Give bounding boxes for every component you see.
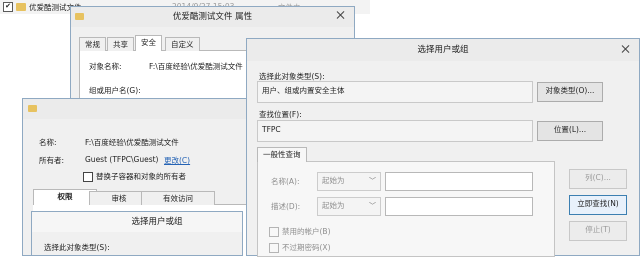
no-expire-password-checkbox[interactable]: 不过期密码(X) — [269, 242, 331, 253]
advanced-titlebar — [23, 99, 259, 119]
tab-effective-access[interactable]: 有效访问 — [141, 191, 215, 206]
description-combo[interactable]: 起始为 ﹀ — [317, 197, 381, 216]
name-combo-value: 起始为 — [322, 176, 345, 185]
checkbox-box[interactable] — [269, 227, 279, 237]
dialog-title: 选择用户或组 — [417, 45, 469, 55]
locations-button[interactable]: 位置(L)... — [537, 121, 603, 141]
tab-security[interactable]: 安全 — [135, 35, 162, 52]
tab-sharing[interactable]: 共享 — [107, 37, 134, 52]
checkbox-box[interactable] — [83, 172, 93, 182]
tab-general-query[interactable]: 一般性查询 — [257, 147, 307, 162]
description-input[interactable] — [385, 197, 533, 216]
tab-permissions[interactable]: 权限 — [33, 189, 97, 206]
columns-button[interactable]: 列(C)... — [569, 169, 627, 189]
find-now-button[interactable]: 立即查找(N) — [569, 195, 627, 215]
tab-auditing[interactable]: 审核 — [89, 191, 149, 206]
row-checkbox[interactable]: ✔ — [3, 2, 13, 12]
folder-icon — [28, 105, 37, 112]
stop-button[interactable]: 停止(T) — [569, 221, 627, 241]
object-type-field: 用户、组或内置安全主体 — [257, 81, 533, 103]
no-expire-password-label: 不过期密码(X) — [282, 243, 331, 252]
select-users-dialog: 选择用户或组 选择此对象类型(S): 用户、组或内置安全主体 对象类型(O)..… — [246, 38, 640, 257]
change-owner-link[interactable]: 更改(C) — [164, 155, 190, 166]
chevron-down-icon: ﹀ — [369, 177, 376, 185]
location-field: TFPC — [257, 120, 533, 142]
close-icon[interactable] — [336, 10, 346, 20]
mini-dialog-title: 选择用户或组 — [131, 217, 183, 227]
dialog-titlebar: 选择用户或组 — [247, 39, 639, 61]
permission-tab-strip: 权限 审核 有效访问 — [33, 189, 255, 206]
name-input[interactable] — [385, 172, 533, 191]
replace-owner-checkbox[interactable]: 替换子容器和对象的所有者 — [83, 171, 186, 182]
object-name-value: F:\百度经验\优爱酷测试文件 — [149, 62, 243, 71]
tab-general[interactable]: 常规 — [79, 37, 106, 52]
name-label: 名称: — [39, 138, 57, 147]
close-icon[interactable] — [621, 44, 631, 54]
disabled-accounts-label: 禁用的帐户(B) — [282, 227, 331, 236]
description-label: 描述(D): — [271, 202, 301, 211]
select-users-dialog-back: 选择用户或组 选择此对象类型(S): — [31, 211, 243, 256]
mini-titlebar: 选择用户或组 — [32, 212, 242, 232]
owner-value: Guest (TFPC\Guest) — [85, 155, 159, 164]
window-title: 优爱酷测试文件 属性 — [172, 12, 253, 22]
description-combo-value: 起始为 — [322, 201, 345, 210]
object-name-label: 对象名称: — [89, 62, 122, 71]
replace-owner-label: 替换子容器和对象的所有者 — [96, 172, 186, 181]
location-label: 查找位置(F): — [259, 110, 302, 119]
object-types-button[interactable]: 对象类型(O)... — [537, 82, 603, 102]
name-value: F:\百度经验\优爱酷测试文件 — [85, 138, 179, 147]
mini-object-type-label: 选择此对象类型(S): — [44, 243, 110, 252]
chevron-down-icon: ﹀ — [369, 202, 376, 210]
folder-icon — [16, 3, 26, 11]
properties-titlebar: 优爱酷测试文件 属性 — [71, 7, 354, 27]
checkbox-box[interactable] — [269, 243, 279, 253]
owner-label: 所有者: — [39, 156, 65, 165]
name-label: 名称(A): — [271, 177, 300, 186]
disabled-accounts-checkbox[interactable]: 禁用的帐户(B) — [269, 226, 331, 237]
group-list-label: 组或用户名(G): — [89, 86, 141, 95]
name-combo[interactable]: 起始为 ﹀ — [317, 172, 381, 191]
tab-customize[interactable]: 自定义 — [165, 37, 200, 52]
